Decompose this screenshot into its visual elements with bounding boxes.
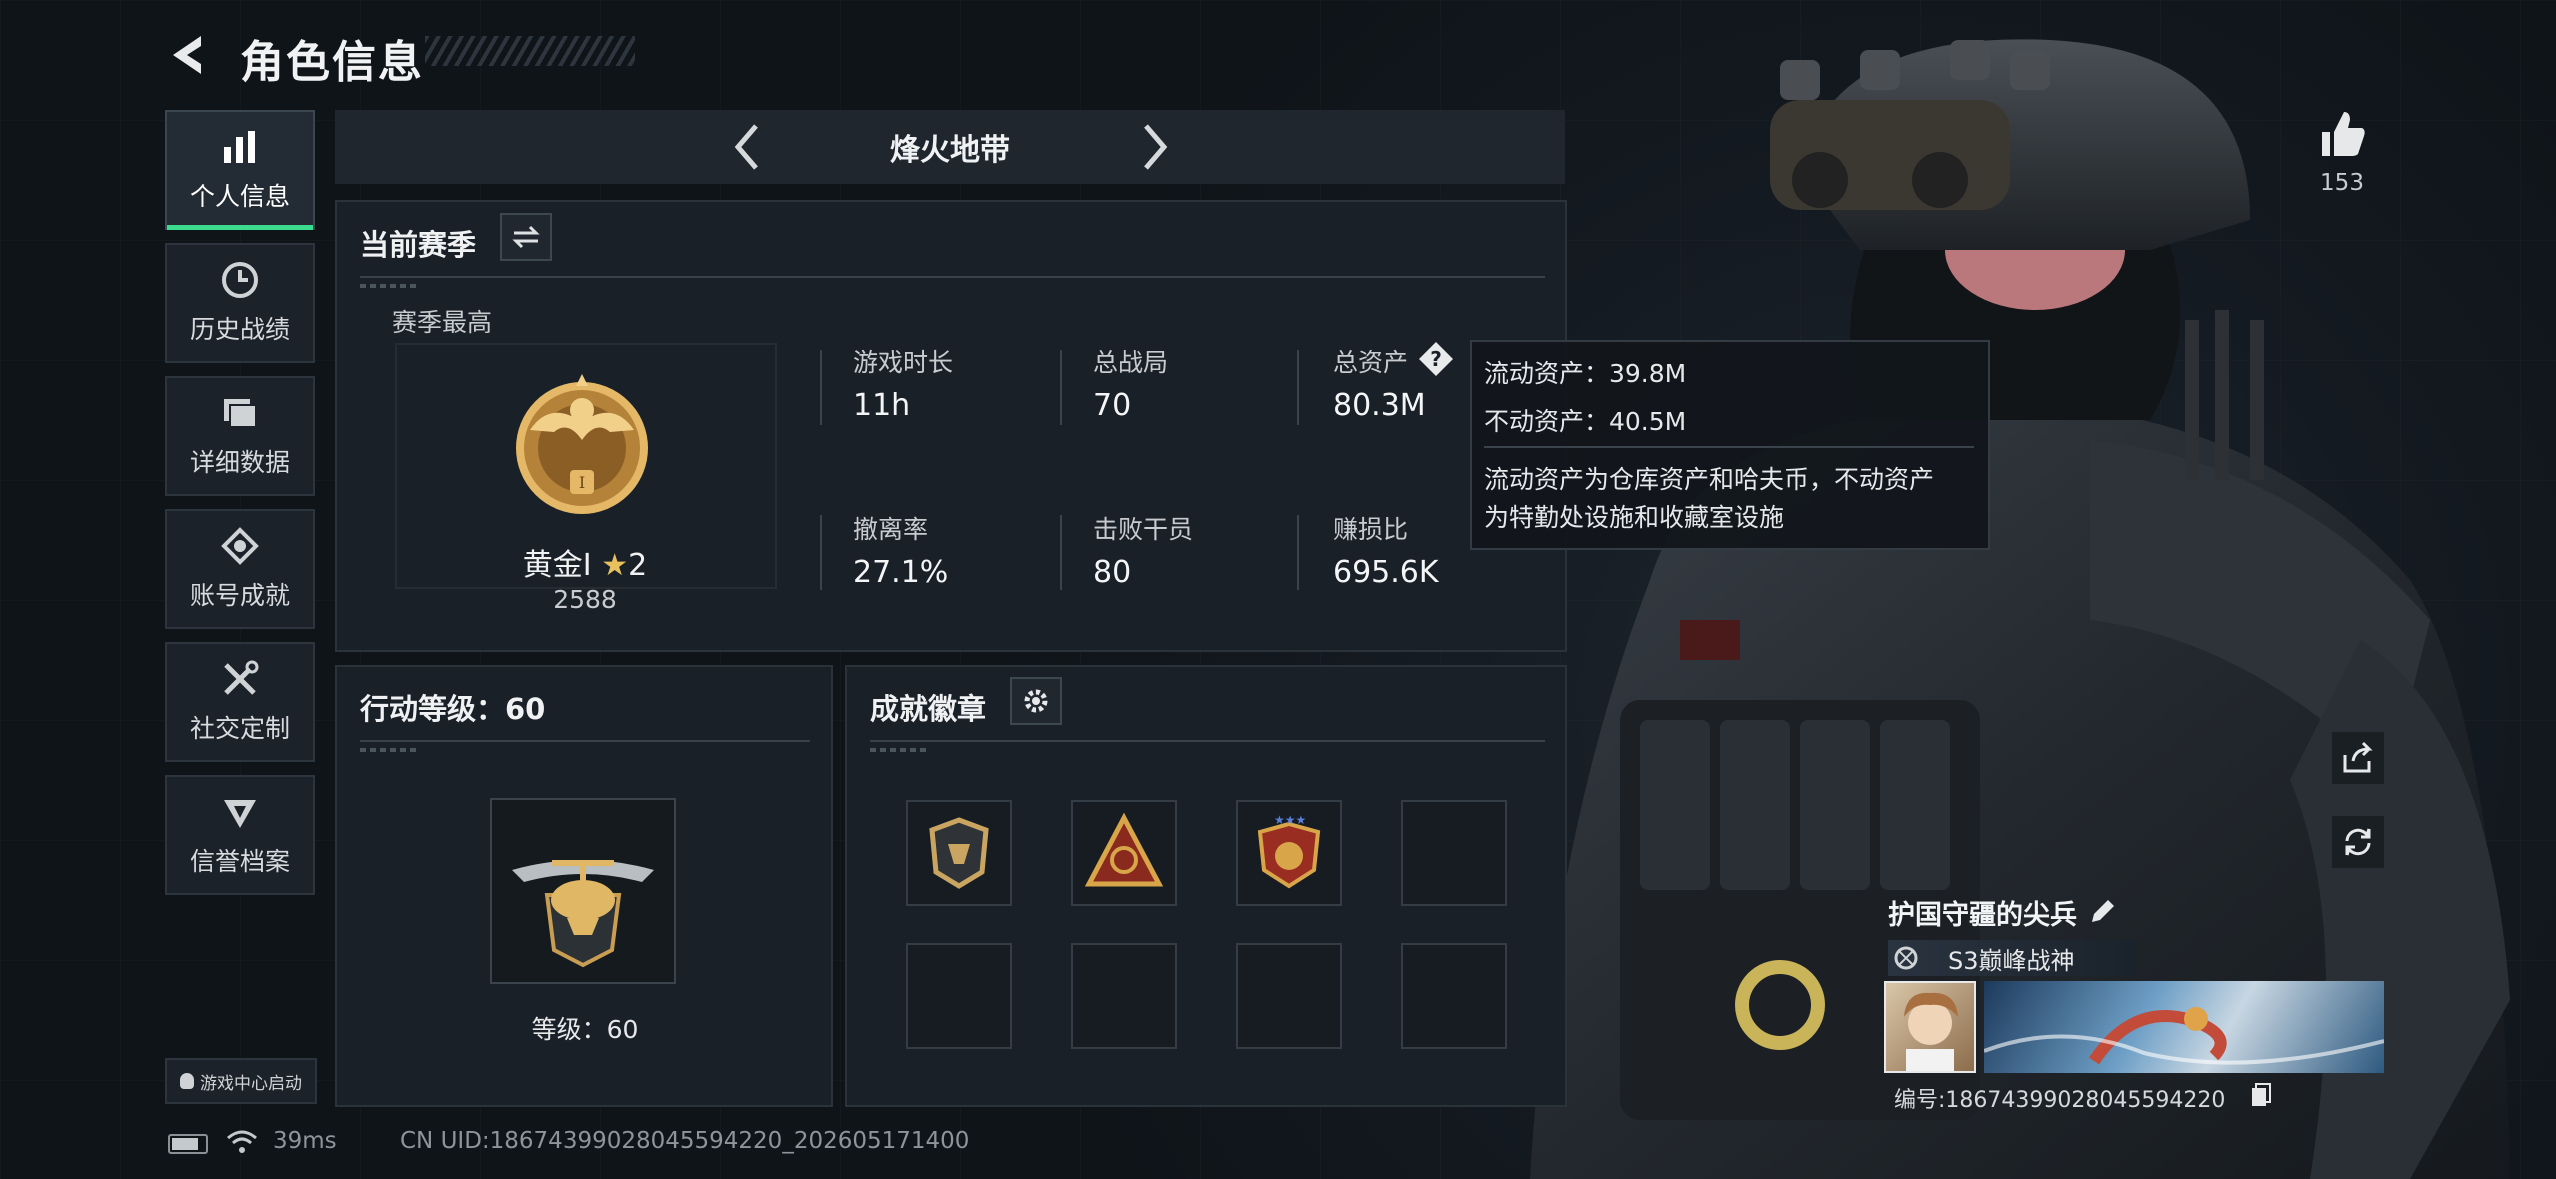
season-best-label: 赛季最高 (392, 308, 493, 337)
stat-profit-ratio-label: 赚损比 (1333, 515, 1409, 544)
player-name: 护国守疆的尖兵 (1888, 900, 2077, 931)
svg-text:I: I (579, 473, 585, 492)
stat-play-time-label: 游戏时长 (853, 348, 954, 377)
svg-text:?: ? (1430, 347, 1442, 371)
achievement-icon (221, 527, 259, 565)
stat-extraction-rate-label: 撤离率 (853, 515, 929, 544)
uid-text: CN UID:18674399028045594220_202605171400 (400, 1128, 970, 1154)
level-text: 等级：60 (531, 1015, 639, 1044)
rank-name-row: 黄金I ★2 (470, 540, 700, 584)
svg-text:★★★: ★★★ (1274, 813, 1306, 827)
tooltip-desc-line2: 为特勤处设施和收藏室设施 (1484, 503, 1785, 532)
badge-slot-empty[interactable] (1401, 943, 1507, 1049)
bar-chart-icon (224, 131, 255, 163)
rank-stars: 2 (628, 548, 648, 583)
sidebar-item-label: 账号成就 (189, 581, 290, 610)
help-icon[interactable]: ? (1417, 340, 1455, 378)
thumbs-up-icon[interactable] (2316, 108, 2368, 160)
folder-icon (224, 399, 257, 428)
refresh-button[interactable] (2332, 816, 2384, 868)
badge-settings-button[interactable] (1010, 677, 1062, 725)
title-decoration (425, 36, 635, 66)
sidebar-item-detailed-data[interactable]: 详细数据 (165, 376, 315, 496)
clock-icon (222, 262, 258, 298)
mode-label: 烽火地带 (890, 133, 1010, 168)
ping-value: 39ms (273, 1128, 337, 1154)
avatar[interactable] (1884, 981, 1976, 1073)
rank-score: 2588 (553, 585, 617, 614)
rank-name: 黄金I (522, 548, 592, 583)
stat-play-time-value: 11h (853, 388, 911, 423)
stat-kills-value: 80 (1093, 555, 1132, 590)
stat-kills-label: 击败干员 (1093, 515, 1194, 544)
sidebar-item-label: 信誉档案 (189, 847, 290, 876)
stat-total-assets-value: 80.3M (1333, 388, 1426, 423)
game-center-launch-button[interactable]: 游戏中心启动 (165, 1058, 317, 1104)
shield-badge-icon (929, 817, 989, 889)
refresh-icon (2345, 828, 2371, 856)
badge-slot-empty[interactable] (1071, 943, 1177, 1049)
stat-total-assets-label: 总资产 (1333, 348, 1409, 377)
star-shield-badge-icon: ★★★ (1257, 813, 1321, 889)
share-icon (2343, 741, 2373, 773)
tooltip-liquid-assets: 流动资产：39.8M (1484, 359, 1687, 388)
title-emblem-icon (1888, 940, 1924, 976)
game-center-label: 游戏中心启动 (200, 1073, 302, 1094)
battery-icon (168, 1134, 208, 1154)
share-button[interactable] (2332, 732, 2384, 784)
like-count: 153 (2320, 170, 2364, 196)
stat-extraction-rate-value: 27.1% (853, 555, 949, 590)
tools-icon (224, 660, 259, 695)
rank-badge-gold: I (516, 374, 648, 514)
stat-total-matches-label: 总战局 (1093, 348, 1169, 377)
level-emblem-frame (490, 798, 676, 984)
name-card-banner[interactable] (1983, 981, 2385, 1073)
switch-season-button[interactable] (500, 213, 552, 261)
badge-slot[interactable] (906, 800, 1012, 906)
helicopter-emblem-icon (512, 860, 654, 968)
copy-icon[interactable] (2250, 1082, 2272, 1108)
page-title: 角色信息 (240, 37, 424, 88)
badge-slot-empty[interactable] (1236, 943, 1342, 1049)
sidebar-item-social[interactable]: 社交定制 (165, 642, 315, 762)
qq-icon (180, 1073, 194, 1089)
badge-slot[interactable] (1071, 800, 1177, 906)
season-header: 当前赛季 (360, 228, 477, 262)
sidebar-item-personal-info[interactable]: 个人信息 (165, 110, 315, 230)
badge-slot-empty[interactable] (906, 943, 1012, 1049)
sidebar-item-history[interactable]: 历史战绩 (165, 243, 315, 363)
tooltip-fixed-assets: 不动资产：40.5M (1484, 407, 1687, 436)
sidebar-item-label: 社交定制 (189, 714, 290, 743)
sidebar-item-credibility[interactable]: 信誉档案 (165, 775, 315, 895)
assets-tooltip: 流动资产：39.8M 不动资产：40.5M 流动资产为仓库资产和哈夫币，不动资产… (1470, 340, 1990, 550)
stat-profit-ratio-value: 695.6K (1333, 555, 1439, 590)
badge-slot-empty[interactable] (1401, 800, 1507, 906)
edit-icon[interactable] (2088, 898, 2116, 926)
badges-header: 成就徽章 (870, 692, 987, 726)
gear-icon (1024, 689, 1048, 713)
star-icon: ★ (601, 548, 629, 583)
credibility-icon (224, 800, 256, 828)
chevron-right-icon[interactable] (1140, 122, 1170, 172)
stat-total-matches-value: 70 (1093, 388, 1132, 423)
action-level-header: 行动等级：60 (360, 692, 546, 726)
wifi-icon (227, 1130, 257, 1153)
sidebar-item-achievements[interactable]: 账号成就 (165, 509, 315, 629)
sidebar-item-label: 详细数据 (189, 448, 290, 477)
back-arrow-icon[interactable] (165, 30, 215, 80)
triangle-badge-icon (1084, 812, 1164, 887)
badge-slot[interactable]: ★★★ (1236, 800, 1342, 906)
sidebar-item-label: 历史战绩 (189, 315, 290, 344)
sidebar-item-label: 个人信息 (189, 182, 290, 211)
swap-icon (512, 225, 540, 249)
tooltip-desc-line1: 流动资产为仓库资产和哈夫币，不动资产 (1484, 465, 1935, 494)
player-title: S3巅峰战神 (1948, 946, 2075, 975)
chevron-left-icon[interactable] (732, 122, 762, 172)
player-title-badge: S3巅峰战神 (1888, 940, 2136, 976)
player-id: 编号:18674399028045594220 (1894, 1088, 2226, 1113)
